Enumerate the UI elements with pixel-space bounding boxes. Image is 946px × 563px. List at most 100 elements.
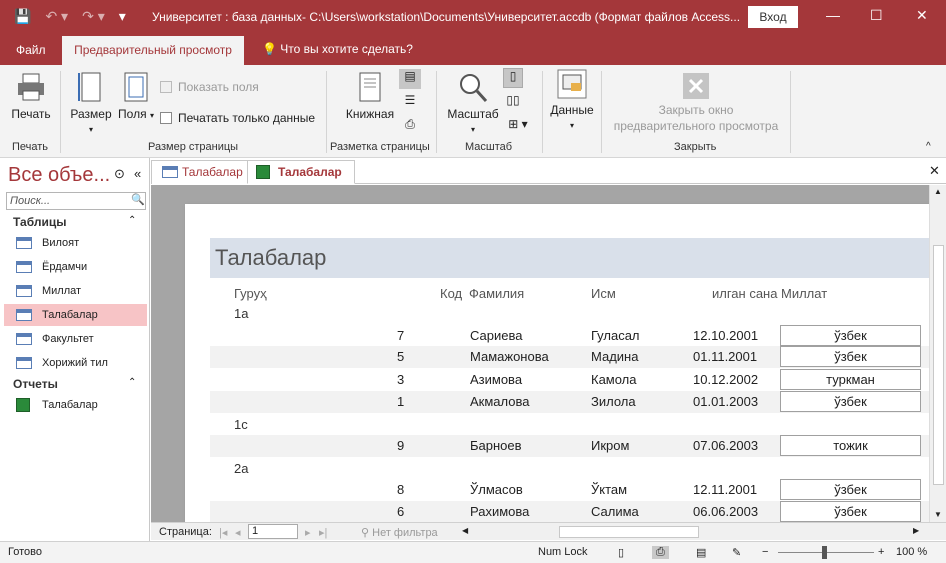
vertical-scrollbar[interactable]: ▲ ▼ [929, 185, 946, 522]
table-icon [16, 357, 32, 369]
minimize-button[interactable]: — [826, 7, 840, 23]
group-print-label: Печать [12, 141, 49, 153]
no-filter-button[interactable]: ⚲ Нет фильтра [361, 526, 438, 539]
scroll-up-icon[interactable]: ▲ [934, 187, 942, 196]
window-title: Университет : база данных- C:\Users\work… [152, 10, 741, 24]
column-header: Код [440, 286, 463, 301]
zoom-out-icon[interactable]: − [762, 546, 768, 558]
sign-in-button[interactable]: Вход [748, 6, 798, 28]
zoom-button[interactable]: Масштаб ▾ [444, 71, 502, 135]
one-page-icon[interactable]: ▯ [503, 68, 523, 88]
layout-view-icon[interactable]: ▤ [696, 546, 706, 559]
tell-me-box[interactable]: 💡 Что вы хотите сделать? [262, 42, 413, 56]
margins-button[interactable]: Поля ▾ [118, 71, 154, 121]
close-document-icon[interactable]: ✕ [929, 163, 940, 179]
nav-header[interactable]: Все объе... [8, 164, 110, 187]
nav-item-table[interactable]: Миллат [4, 280, 147, 302]
status-text: Готово [8, 546, 42, 558]
scroll-left-icon[interactable]: ◀ [462, 526, 468, 535]
report-icon [256, 165, 270, 179]
print-preview-view-icon[interactable]: ⎙ [652, 546, 669, 559]
scroll-right-icon[interactable]: ▶ [913, 526, 919, 535]
table-row: 1 Акмалова Зилола 01.01.2003 ўзбек [210, 391, 929, 413]
ribbon-tabs: Файл Предварительный просмотр 💡 Что вы х… [0, 34, 946, 65]
nav-item-table[interactable]: Ёрдамчи [4, 256, 147, 278]
filter-icon: ⚲ [361, 527, 370, 539]
landscape-icon[interactable]: ▤ [399, 69, 421, 89]
customize-qat-icon[interactable]: ▾ [119, 8, 126, 25]
nav-item-table[interactable]: Хорижий тил [4, 352, 147, 374]
two-pages-icon[interactable]: ▯▯ [503, 93, 523, 107]
nav-search-input[interactable]: Поиск... [6, 192, 146, 210]
print-button[interactable]: Печать [10, 71, 52, 121]
nav-item-table-selected[interactable]: Талабалар [4, 304, 147, 326]
page-setup-icon[interactable]: ⎙ [399, 117, 421, 132]
page-number-input[interactable]: 1 [248, 524, 298, 539]
column-header: Миллат [781, 286, 828, 301]
size-button[interactable]: Размер ▾ [68, 71, 114, 135]
portrait-button[interactable]: Книжная [344, 71, 396, 121]
nav-menu-icon[interactable]: ⊙ [114, 166, 125, 182]
nav-section-tables[interactable]: Таблицы [13, 215, 66, 229]
doc-tab-report-active[interactable]: Талабалар [247, 160, 355, 184]
group-separator [436, 71, 437, 153]
design-view-icon[interactable]: ✎ [732, 546, 741, 559]
shutter-bar-icon[interactable]: « [134, 166, 141, 181]
group-zoom-label: Масштаб [465, 141, 513, 153]
page-size-icon [78, 72, 101, 102]
show-margins-checkbox[interactable]: Показать поля [160, 80, 259, 94]
close-preview-button[interactable]: Закрыть окно предварительного просмотра [610, 73, 782, 133]
prev-page-icon[interactable]: ◂ [235, 526, 241, 539]
print-data-only-checkbox[interactable]: Печатать только данные [160, 111, 315, 125]
nation-cell: тожик [780, 435, 921, 456]
group-separator [542, 71, 543, 153]
document-tabs: Талабалар Талабалар ✕ [151, 158, 946, 184]
first-page-icon[interactable]: |◂ [219, 526, 227, 539]
group-close-label: Закрыть [674, 141, 717, 153]
data-export-button[interactable]: Данные ▾ [548, 69, 596, 131]
doc-tab-table[interactable]: Талабалар [151, 160, 256, 184]
horizontal-scroll-thumb[interactable] [559, 526, 699, 538]
close-window-button[interactable]: ✕ [916, 7, 928, 24]
maximize-button[interactable]: ☐ [870, 7, 883, 24]
zoom-level: 100 % [896, 546, 928, 558]
table-row: 6 Рахимова Салима 06.06.2003 ўзбек [210, 501, 929, 522]
report-view-icon[interactable]: ▯ [618, 546, 624, 559]
columns-icon[interactable]: ☰ [399, 93, 421, 107]
collapse-tables-icon[interactable]: ⌃ [128, 215, 136, 226]
magnifier-icon [460, 74, 488, 103]
scrollbar-thumb[interactable] [933, 245, 944, 485]
next-page-icon[interactable]: ▸ [305, 526, 311, 539]
last-page-icon[interactable]: ▸| [319, 526, 327, 539]
zoom-in-icon[interactable]: + [878, 546, 884, 558]
column-header: Гуруҳ [234, 286, 267, 301]
redo-icon[interactable]: ↷ ▾ [82, 8, 105, 25]
more-pages-icon[interactable]: ⊞ ▾ [503, 117, 533, 131]
undo-icon[interactable]: ↶ ▾ [45, 8, 68, 25]
column-header: илган сана [712, 286, 778, 301]
table-row: 9 Барноев Икром 07.06.2003 тожик [210, 435, 929, 457]
table-row: 8 Ўлмасов Ўктам 12.11.2001 ўзбек [210, 479, 929, 501]
table-row: 5 Мамажонова Мадина 01.11.2001 ўзбек [210, 346, 929, 368]
data-export-icon [557, 69, 587, 99]
zoom-slider-thumb[interactable] [822, 546, 827, 559]
group-separator [601, 71, 602, 153]
search-icon[interactable]: 🔍 [131, 193, 145, 206]
num-lock-indicator: Num Lock [538, 546, 588, 558]
collapse-ribbon-icon[interactable]: ^ [926, 141, 931, 152]
tab-file[interactable]: Файл [16, 43, 46, 57]
scroll-down-icon[interactable]: ▼ [934, 510, 942, 519]
nav-item-report[interactable]: Талабалар [4, 394, 147, 416]
table-icon [16, 237, 32, 249]
quick-access-toolbar: 💾 ↶ ▾ ↷ ▾ ▾ [14, 8, 126, 25]
table-row: 7 Сариева Гуласал 12.10.2001 ўзбек [210, 325, 929, 347]
nav-item-table[interactable]: Факультет [4, 328, 147, 350]
column-header: Исм [591, 286, 616, 301]
tab-print-preview[interactable]: Предварительный просмотр [62, 36, 244, 65]
save-icon[interactable]: 💾 [14, 8, 31, 25]
collapse-reports-icon[interactable]: ⌃ [128, 377, 136, 388]
record-navigator: Страница: |◂ ◂ 1 ▸ ▸| ⚲ Нет фильтра ◀ ▶ [151, 522, 946, 540]
nav-section-reports[interactable]: Отчеты [13, 377, 58, 391]
nav-item-table[interactable]: Вилоят [4, 232, 147, 254]
margins-icon [124, 72, 148, 102]
